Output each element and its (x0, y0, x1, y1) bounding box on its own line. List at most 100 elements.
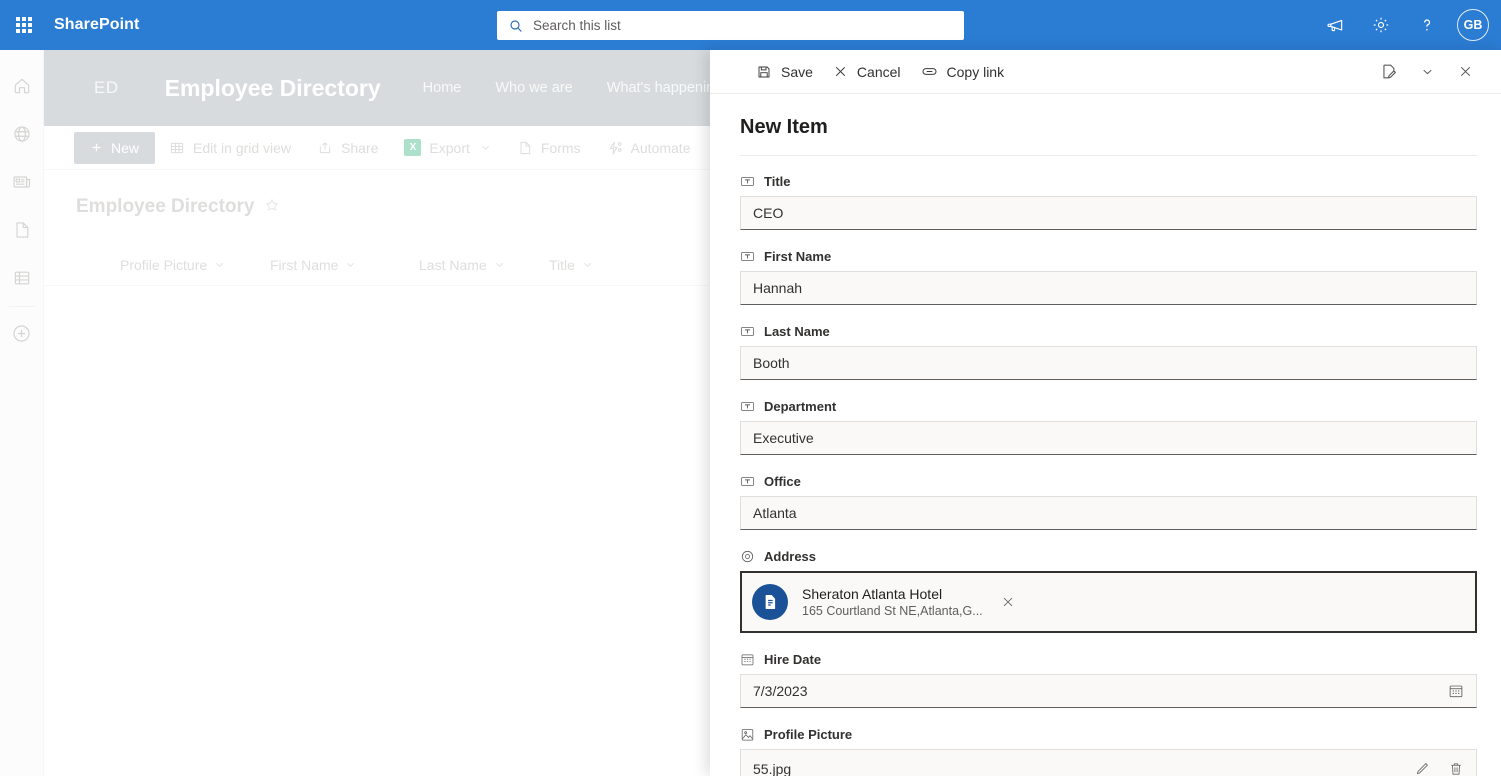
save-button[interactable]: Save (746, 56, 823, 88)
copy-link-label: Copy link (947, 64, 1005, 80)
address-picker[interactable]: Sheraton Atlanta Hotel 165 Courtland St … (740, 571, 1477, 633)
field-label-department: Department (740, 399, 1477, 414)
field-title: Title CEO (740, 174, 1477, 230)
first-name-input[interactable]: Hannah (740, 271, 1477, 305)
sharepoint-app: ED Employee Directory Home Who we are Wh… (0, 0, 1501, 776)
delete-trash-icon[interactable] (1448, 761, 1464, 776)
hire-date-input[interactable]: 7/3/2023 (740, 674, 1477, 708)
field-last-name: Last Name Booth (740, 324, 1477, 380)
suite-bar: SharePoint GB (0, 0, 1501, 50)
edit-pencil-icon[interactable] (1414, 761, 1430, 776)
field-label-first-name: First Name (740, 249, 1477, 264)
cancel-label: Cancel (857, 64, 901, 80)
excel-icon: X (404, 139, 421, 156)
text-field-icon (740, 249, 755, 264)
cancel-x-icon (833, 64, 848, 79)
title-value: CEO (753, 205, 1464, 221)
text-field-icon (740, 324, 755, 339)
panel-command-bar: Save Cancel Copy link (710, 50, 1501, 94)
field-address: Address Sheraton Atlanta Hotel 165 Court… (740, 549, 1477, 633)
column-header-title[interactable]: Title (549, 257, 593, 273)
plus-icon (90, 141, 103, 154)
export-button[interactable]: X Export (392, 132, 502, 164)
department-input[interactable]: Executive (740, 421, 1477, 455)
chevron-down-icon (582, 259, 593, 270)
save-icon (756, 64, 772, 80)
rail-divider (9, 306, 35, 307)
cancel-button[interactable]: Cancel (823, 56, 911, 88)
share-button[interactable]: Share (305, 132, 390, 164)
help-question-icon[interactable] (1407, 5, 1447, 45)
office-input[interactable]: Atlanta (740, 496, 1477, 530)
profile-picture-input[interactable]: 55.jpg (740, 749, 1477, 776)
panel-form-body: New Item Title CEO (710, 94, 1501, 776)
field-label-text: Department (764, 399, 836, 414)
field-label-text: Office (764, 474, 801, 489)
sharepoint-brand[interactable]: SharePoint (54, 16, 139, 34)
copy-link-button[interactable]: Copy link (911, 56, 1015, 88)
rail-item-lists[interactable] (0, 254, 44, 302)
column-header-first-name[interactable]: First Name (270, 257, 419, 273)
search-input[interactable] (533, 18, 956, 33)
export-label: Export (429, 140, 469, 156)
office-value: Atlanta (753, 505, 1464, 521)
rail-item-create[interactable] (0, 309, 44, 357)
last-name-value: Booth (753, 355, 1464, 371)
star-icon[interactable] (264, 197, 280, 218)
title-input[interactable]: CEO (740, 196, 1477, 230)
chevron-down-icon[interactable] (1411, 56, 1443, 88)
field-label-text: First Name (764, 249, 831, 264)
close-icon[interactable] (1449, 56, 1481, 88)
site-logo: ED (94, 78, 119, 98)
new-item-button[interactable]: New (74, 132, 155, 164)
site-nav-item-who-we-are[interactable]: Who we are (495, 80, 572, 96)
field-label-text: Profile Picture (764, 727, 852, 742)
last-name-input[interactable]: Booth (740, 346, 1477, 380)
left-rail (0, 50, 44, 776)
search-box[interactable] (497, 11, 964, 40)
feedback-megaphone-icon[interactable] (1315, 5, 1355, 45)
column-header-last-name[interactable]: Last Name (419, 257, 549, 273)
field-label-profile-picture: Profile Picture (740, 727, 1477, 742)
rail-item-home[interactable] (0, 62, 44, 110)
rail-item-news[interactable] (0, 158, 44, 206)
document-icon (752, 584, 788, 620)
site-nav: Home Who we are What's happening (423, 80, 723, 96)
profile-picture-value: 55.jpg (753, 761, 1414, 776)
forms-label: Forms (541, 140, 581, 156)
chevron-down-icon (480, 142, 491, 153)
field-label-text: Last Name (764, 324, 830, 339)
site-nav-item-whats-happening[interactable]: What's happening (607, 80, 723, 96)
column-header-profile-picture[interactable]: Profile Picture (120, 257, 270, 273)
share-icon (317, 140, 333, 156)
calendar-picker-icon[interactable] (1448, 683, 1464, 699)
user-avatar[interactable]: GB (1457, 9, 1489, 41)
search-icon (505, 17, 527, 35)
app-launcher-waffle-icon[interactable] (0, 0, 48, 50)
rail-item-web[interactable] (0, 110, 44, 158)
column-header-label: Last Name (419, 257, 487, 273)
text-field-icon (740, 474, 755, 489)
site-nav-item-home[interactable]: Home (423, 80, 462, 96)
first-name-value: Hannah (753, 280, 1464, 296)
automate-button[interactable]: Automate (595, 132, 703, 164)
address-value: Sheraton Atlanta Hotel 165 Courtland St … (802, 586, 983, 619)
field-hire-date: Hire Date 7/3/2023 (740, 652, 1477, 708)
settings-gear-icon[interactable] (1361, 5, 1401, 45)
edit-form-icon[interactable] (1373, 56, 1405, 88)
text-field-icon (740, 399, 755, 414)
field-label-address: Address (740, 549, 1477, 564)
rail-item-pages[interactable] (0, 206, 44, 254)
forms-button[interactable]: Forms (505, 132, 593, 164)
automate-icon (607, 140, 623, 156)
site-title[interactable]: Employee Directory (165, 75, 381, 102)
address-name: Sheraton Atlanta Hotel (802, 586, 983, 602)
profile-picture-actions (1414, 761, 1464, 776)
edit-in-grid-view-button[interactable]: Edit in grid view (157, 132, 303, 164)
remove-x-icon[interactable] (1001, 595, 1015, 609)
list-title[interactable]: Employee Directory (76, 196, 254, 218)
save-label: Save (781, 64, 813, 80)
grid-icon (169, 140, 185, 156)
field-label-hire-date: Hire Date (740, 652, 1477, 667)
automate-label: Automate (631, 140, 691, 156)
